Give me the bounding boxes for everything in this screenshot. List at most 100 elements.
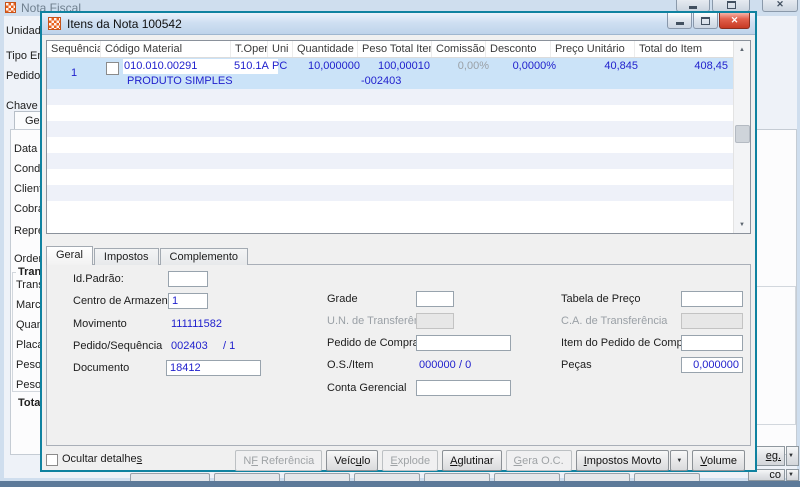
scroll-up-icon: ▲ [739,46,745,53]
items-table-header: Sequência Código Material T.Oper. Uni Qu… [47,41,733,58]
cell-descricao: PRODUTO SIMPLES [127,75,233,87]
label-documento: Documento [73,362,130,374]
id-padrao-input[interactable] [168,271,208,287]
label-ordem: Order [14,253,43,265]
cell-referencia: -002403 [361,75,402,87]
label-pedido-sequencia: Pedido/Sequência [73,340,163,352]
scroll-down-icon: ▼ [739,221,745,228]
app-grid-icon [48,17,61,30]
label-tabela-preco: Tabela de Preço [561,293,641,305]
parent-button-eg-dropdown[interactable]: ▼ [786,446,799,466]
parent-bottom-button-fragment[interactable] [634,473,700,481]
scroll-down-button[interactable]: ▼ [734,216,750,233]
dropdown-icon: ▼ [788,453,794,459]
label-condicao: Condi [14,163,43,175]
tab-panel-geral: Id.Padrão: Centro de Armazenagem Movimen… [46,264,751,446]
parent-bottom-button-fragment[interactable] [130,473,210,481]
dialog-close-button[interactable]: ✕ [719,13,750,29]
tab-complemento[interactable]: Complemento [159,248,249,265]
dialog-maximize-button[interactable] [693,13,718,29]
parent-bottom-button-fragment[interactable] [354,473,420,481]
label-ca-transferencia: C.A. de Transferência [561,315,668,327]
tabela-preco-input[interactable] [681,291,743,307]
label-peso-2: Peso [16,379,42,391]
dialog-itens-da-nota: Itens da Nota 100542 ✕ Sequência Código … [40,11,757,472]
os-item-value: 000000 [419,359,456,371]
minimize-icon [675,22,684,25]
close-icon: ✕ [776,0,784,9]
col-codigo-material[interactable]: Código Material [101,41,231,57]
col-peso-total-item[interactable]: Peso Total Item [358,41,432,57]
ocultar-detalhes-checkbox[interactable] [46,454,58,466]
col-desconto[interactable]: Desconto [486,41,551,57]
label-quantidade: Quan [16,319,43,331]
cell-preco-unitario: 40,845 [604,60,638,72]
cell-total-do-item: 408,45 [694,60,728,72]
label-id-padrao: Id.Padrão: [73,273,124,285]
impostos-movto-dropdown-button[interactable]: ▼ [670,450,689,471]
centro-armazenagem-input[interactable] [168,293,208,309]
table-row[interactable]: 1 010.010.00291 510.1A PC 10,000000 100,… [47,58,733,89]
parent-close-button[interactable]: ✕ [762,0,798,12]
label-peso-1: Peso [16,359,42,371]
label-grade: Grade [327,293,358,305]
col-sequencia[interactable]: Sequência [47,41,101,57]
aglutinar-button[interactable]: Aglutinar [442,450,502,471]
nf-referencia-button[interactable]: NF Referência [235,450,323,471]
dropdown-icon: ▼ [676,457,683,464]
label-pedido-compra: Pedido de Compra [327,337,419,349]
parent-bottom-button-fragment[interactable] [284,473,350,481]
col-preco-unitario[interactable]: Preço Unitário [551,41,635,57]
cell-comissao: 0,00% [457,60,489,72]
col-t-oper[interactable]: T.Oper. [231,41,268,57]
tab-impostos[interactable]: Impostos [93,248,159,265]
label-total: Tota [18,397,41,409]
label-cliente: Client [14,183,43,195]
label-os-item: O.S./Item [327,359,374,371]
pedido-compra-input[interactable] [416,335,511,351]
desktop: Nota Fiscal ✕ Unidade Tipo Emi Pedido Ch… [0,0,800,487]
vertical-scrollbar[interactable]: ▲ ▼ [733,41,750,233]
veiculo-button[interactable]: Veículo [326,450,379,471]
ca-transferencia-input [681,313,743,329]
explode-button[interactable]: Explode [382,450,439,471]
documento-input[interactable] [166,360,261,376]
maximize-icon [701,16,710,25]
dialog-minimize-button[interactable] [667,13,692,29]
col-total-do-item[interactable]: Total do Item [635,41,733,57]
maximize-icon [726,1,736,9]
dialog-titlebar[interactable]: Itens da Nota 100542 ✕ [42,13,755,35]
cell-uni: PC [272,60,288,72]
pecas-input[interactable] [681,357,743,373]
detail-tabs: Geral Impostos Complemento [46,246,249,265]
parent-bottom-button-fragment[interactable] [564,473,630,481]
label-item-pedido-compra: Item do Pedido de Compra [561,337,693,349]
col-quantidade[interactable]: Quantidade [293,41,358,57]
parent-bottom-button-fragment[interactable] [494,473,560,481]
col-comissao[interactable]: Comissão [432,41,486,57]
label-data: Data [14,143,38,155]
minimize-icon [689,6,697,9]
gera-oc-button[interactable]: Gera O.C. [505,450,572,471]
grade-input[interactable] [416,291,454,307]
impostos-movto-button[interactable]: Impostos Movto [575,450,670,471]
tab-geral[interactable]: Geral [46,246,93,265]
col-uni[interactable]: Uni [268,41,293,57]
pedido-sequencia-value2: / 1 [223,340,236,352]
cell-t-oper: 510.1A [234,60,269,72]
pedido-sequencia-value: 002403 [171,340,208,352]
ocultar-detalhes-label[interactable]: Ocultar detalhes [62,453,142,465]
volume-button[interactable]: Volume [692,450,745,471]
app-grid-icon [5,2,16,13]
items-table: Sequência Código Material T.Oper. Uni Qu… [46,40,751,234]
scroll-up-button[interactable]: ▲ [734,41,750,58]
scrollbar-thumb[interactable] [735,125,750,143]
parent-bottom-button-fragment[interactable] [424,473,490,481]
conta-gerencial-input[interactable] [416,380,511,396]
cell-sequencia: 1 [70,67,78,79]
cell-desconto: 0,0000% [512,60,556,72]
parent-bottom-button-fragment[interactable] [214,473,280,481]
row-checkbox[interactable] [106,62,119,75]
item-pedido-compra-input[interactable] [681,335,743,351]
parent-button-co-dropdown[interactable]: ▼ [786,469,799,481]
